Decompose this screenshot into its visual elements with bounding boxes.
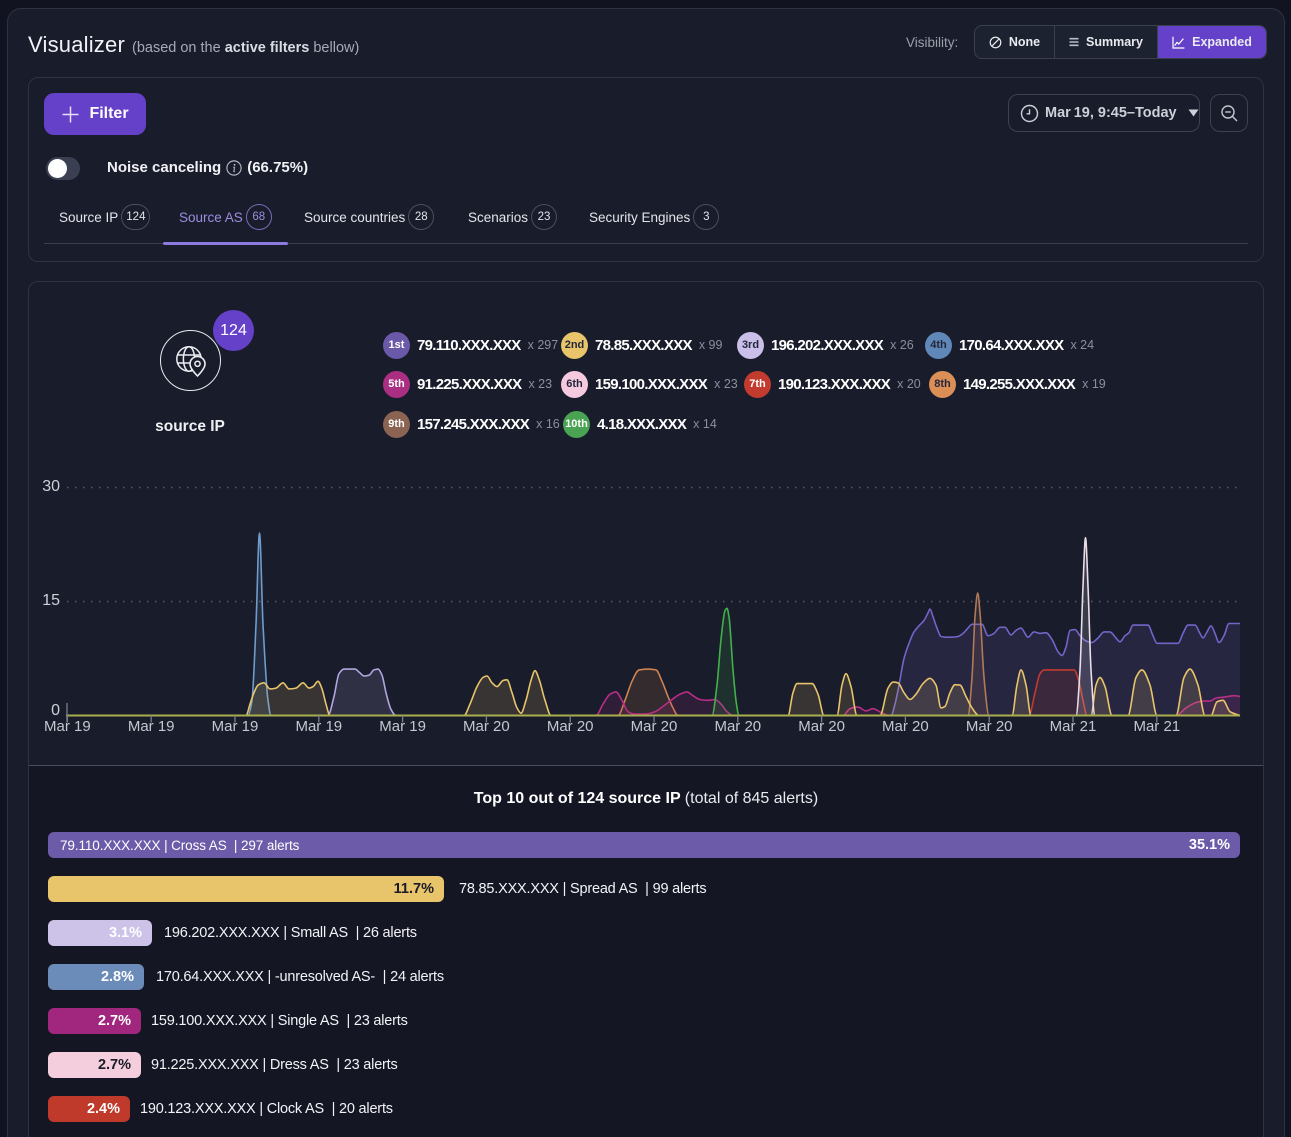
svg-text:Mar 20: Mar 20 [714,718,761,735]
svg-text:Mar 20: Mar 20 [966,718,1013,735]
svg-text:Mar 20: Mar 20 [631,718,678,735]
svg-text:Mar 19: Mar 19 [44,718,91,735]
svg-text:Mar 21: Mar 21 [1050,718,1097,735]
svg-text:15: 15 [42,592,60,609]
svg-text:0: 0 [51,702,60,719]
svg-text:Mar 20: Mar 20 [798,718,845,735]
svg-text:Mar 20: Mar 20 [463,718,510,735]
svg-text:30: 30 [42,478,60,495]
svg-text:Mar 19: Mar 19 [128,718,175,735]
svg-text:Mar 19: Mar 19 [212,718,259,735]
svg-text:Mar 20: Mar 20 [547,718,594,735]
svg-text:Mar 19: Mar 19 [295,718,342,735]
svg-text:Mar 20: Mar 20 [882,718,929,735]
svg-text:Mar 19: Mar 19 [379,718,426,735]
svg-text:Mar 21: Mar 21 [1133,718,1180,735]
